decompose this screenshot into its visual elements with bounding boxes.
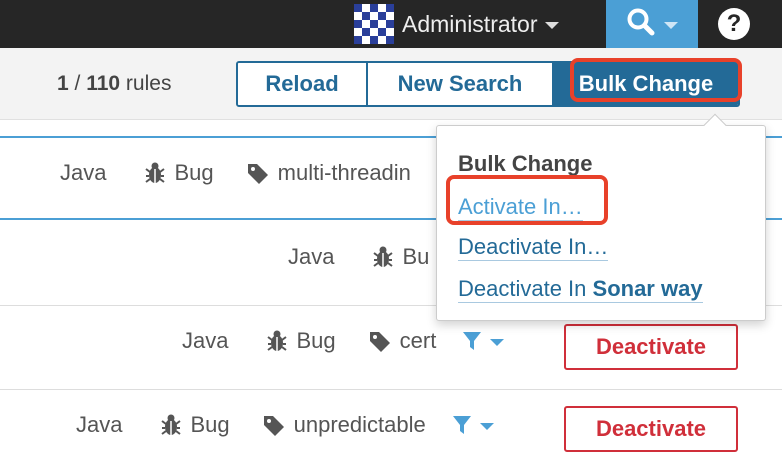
dropdown-header: Bulk Change bbox=[458, 151, 593, 176]
search-button[interactable] bbox=[606, 0, 698, 48]
chevron-down-icon bbox=[490, 339, 505, 346]
user-menu[interactable]: Administrator bbox=[354, 0, 560, 48]
rule-tag[interactable]: multi-threadin bbox=[246, 160, 411, 186]
rule-tag[interactable]: unpredictable bbox=[262, 412, 426, 438]
avatar-icon bbox=[354, 4, 394, 44]
bug-icon bbox=[145, 162, 166, 183]
new-search-button[interactable]: New Search bbox=[368, 63, 554, 105]
search-icon bbox=[626, 7, 656, 42]
filter-icon bbox=[463, 332, 482, 350]
rule-language: Java bbox=[288, 244, 335, 269]
chevron-down-icon bbox=[664, 22, 678, 29]
chevron-down-icon bbox=[479, 423, 494, 430]
reload-button[interactable]: Reload bbox=[238, 63, 368, 105]
rule-type: Bu bbox=[372, 244, 429, 270]
rule-meta: Java Bug multi-threadin bbox=[60, 160, 411, 186]
help-icon[interactable]: ? bbox=[718, 8, 750, 40]
tag-icon bbox=[263, 416, 284, 436]
deactivate-in-menu-item[interactable]: Deactivate In… bbox=[458, 234, 609, 261]
deactivate-button[interactable]: Deactivate bbox=[564, 324, 738, 370]
bulk-change-highlight bbox=[570, 58, 742, 102]
tag-icon bbox=[247, 164, 268, 184]
rule-tag[interactable]: cert bbox=[368, 328, 436, 354]
rule-language: Java bbox=[76, 412, 123, 437]
chevron-down-icon bbox=[545, 22, 560, 29]
deactivate-button[interactable]: Deactivate bbox=[564, 406, 738, 452]
rule-meta: Java Bug unpredictable bbox=[76, 412, 494, 438]
rule-type: Bug bbox=[160, 412, 230, 438]
rule-language: Java bbox=[60, 160, 107, 185]
profile-name: Sonar way bbox=[592, 276, 703, 301]
bug-icon bbox=[161, 414, 182, 435]
rule-counter: 1 / 110 rules bbox=[57, 72, 172, 95]
rule-type: Bug bbox=[144, 160, 214, 186]
rule-row[interactable]: Java Bug unpredictable Deactivate bbox=[0, 390, 782, 462]
filter-similar-button[interactable] bbox=[452, 414, 494, 436]
bug-icon bbox=[373, 246, 394, 267]
bug-icon bbox=[267, 330, 288, 351]
deactivate-in-profile-menu-item[interactable]: Deactivate In Sonar way bbox=[458, 276, 703, 303]
filter-similar-button[interactable] bbox=[462, 330, 505, 352]
rule-type: Bug bbox=[266, 328, 336, 354]
user-name: Administrator bbox=[402, 10, 538, 37]
rule-meta: Java Bug cert bbox=[182, 328, 505, 354]
filter-icon bbox=[452, 416, 471, 434]
activate-in-highlight bbox=[446, 175, 608, 225]
tag-icon bbox=[369, 332, 390, 352]
top-navbar: Administrator ? bbox=[0, 0, 782, 48]
rule-language: Java bbox=[182, 328, 229, 353]
